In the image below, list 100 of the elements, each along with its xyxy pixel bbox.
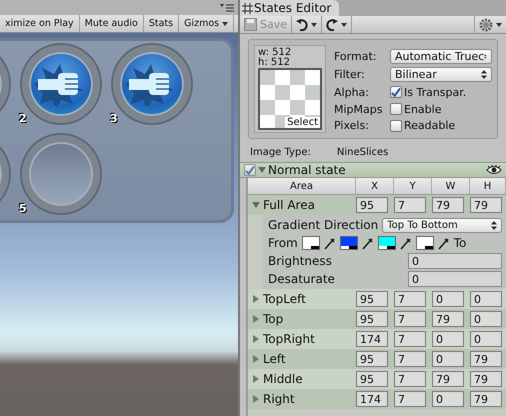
image-type-value: NineSlices	[336, 147, 388, 158]
area-toggle[interactable]: Full Area	[248, 198, 356, 212]
toolbar-button[interactable]: Mute audio	[80, 15, 144, 32]
column-header: H	[470, 178, 506, 194]
from-label: From	[268, 236, 298, 250]
number-field[interactable]: 0	[432, 331, 464, 347]
grid-icon	[242, 2, 253, 14]
number-field[interactable]: 174	[356, 331, 388, 347]
triangle-icon[interactable]	[252, 315, 260, 323]
value-field[interactable]: 0	[408, 253, 502, 269]
number-field[interactable]: 95	[356, 371, 388, 387]
eyedropper-icon[interactable]	[324, 236, 336, 250]
area-toggle[interactable]: Right	[248, 392, 356, 406]
number-field[interactable]: 7	[394, 391, 426, 407]
checkbox[interactable]	[390, 86, 402, 98]
number-field[interactable]: 79	[432, 371, 464, 387]
triangle-icon[interactable]	[252, 375, 260, 383]
number-field[interactable]: 95	[356, 351, 388, 367]
field-label: Alpha:	[334, 86, 370, 99]
number-field[interactable]: 79	[470, 391, 502, 407]
check-icon	[391, 86, 401, 98]
number-field[interactable]: 7	[394, 371, 426, 387]
to-label: To	[454, 236, 466, 250]
slot-number: 2	[19, 112, 27, 125]
select-button[interactable]: Select	[285, 117, 320, 128]
color-swatch[interactable]	[416, 236, 434, 250]
toolbar-button[interactable]: ximize on Play	[0, 15, 80, 32]
number-field[interactable]: 7	[394, 351, 426, 367]
area-toggle[interactable]: TopLeft	[248, 292, 356, 306]
caret-icon	[496, 22, 502, 26]
dropdown[interactable]: Top To Bottom	[382, 218, 502, 232]
area-toggle[interactable]: TopRight	[248, 332, 356, 346]
number-field[interactable]: 79	[470, 351, 502, 367]
number-field[interactable]: 0	[432, 391, 464, 407]
number-field[interactable]: 0	[470, 331, 502, 347]
toolbar-button[interactable]: Gizmos	[179, 15, 234, 32]
field-label: MipMaps	[334, 102, 384, 116]
toolbar-button[interactable]: Stats	[144, 15, 180, 32]
number-field[interactable]: 79	[470, 197, 502, 213]
area-toggle[interactable]: Left	[248, 352, 356, 366]
number-field[interactable]: 79	[432, 197, 464, 213]
eyedropper-icon[interactable]	[400, 236, 412, 250]
number-field[interactable]: 0	[432, 351, 464, 367]
number-field[interactable]: 0	[470, 311, 502, 327]
expand-triangle-icon[interactable]	[258, 166, 266, 174]
color-swatch[interactable]	[302, 236, 320, 250]
column-header: Area	[248, 178, 356, 194]
image-type-label: Image Type:	[250, 147, 311, 158]
texture-height: h: 512	[258, 58, 291, 68]
editor-tab[interactable]: States Editor	[240, 0, 340, 16]
panel-menu-icon[interactable]	[220, 4, 234, 12]
field-label: Brightness	[268, 254, 332, 268]
caret-icon	[222, 22, 228, 26]
number-field[interactable]: 95	[356, 197, 388, 213]
caret-icon	[341, 22, 348, 26]
column-header: W	[432, 178, 470, 194]
check-icon	[245, 164, 255, 176]
dropdown[interactable]: Automatic Truec	[390, 48, 492, 64]
value-field[interactable]: 0	[408, 271, 502, 287]
number-field[interactable]: 95	[356, 291, 388, 307]
area-toggle[interactable]: Top	[248, 312, 356, 326]
number-field[interactable]: 7	[394, 291, 426, 307]
state-title: Normal state	[268, 163, 346, 177]
up-down-arrows-icon	[481, 70, 487, 80]
checkbox[interactable]	[390, 120, 402, 132]
undo-arrow-icon	[296, 18, 308, 30]
checkbox-label: Enable	[404, 102, 442, 116]
column-header: X	[356, 178, 394, 194]
field-label: Pixels:	[334, 119, 370, 132]
triangle-icon[interactable]	[252, 295, 260, 303]
triangle-icon[interactable]	[252, 355, 260, 363]
number-field[interactable]: 174	[356, 391, 388, 407]
gradient-direction-label: Gradient Direction	[268, 218, 378, 232]
redo-arrow-icon	[326, 18, 338, 30]
number-field[interactable]: 7	[394, 331, 426, 347]
slot-number: 5	[19, 202, 27, 215]
dropdown[interactable]: Bilinear	[390, 67, 492, 82]
number-field[interactable]: 7	[394, 311, 426, 327]
triangle-icon[interactable]	[252, 201, 260, 209]
caret-icon	[311, 22, 318, 26]
triangle-icon[interactable]	[252, 335, 260, 343]
eyedropper-icon[interactable]	[362, 236, 374, 250]
area-toggle[interactable]: Middle	[248, 372, 356, 386]
color-swatch[interactable]	[378, 236, 396, 250]
number-field[interactable]: 79	[470, 371, 502, 387]
field-label: Format:	[334, 50, 378, 63]
checkbox-label: Readable	[404, 119, 456, 132]
triangle-icon[interactable]	[252, 395, 260, 403]
checkbox[interactable]	[390, 103, 402, 116]
state-checkbox[interactable]	[244, 164, 256, 176]
number-field[interactable]: 0	[470, 291, 502, 307]
number-field[interactable]: 7	[394, 197, 426, 213]
number-field[interactable]: 79	[432, 311, 464, 327]
number-field[interactable]: 95	[356, 311, 388, 327]
field-label: Filter:	[334, 68, 366, 82]
eye-icon[interactable]	[486, 165, 502, 175]
color-swatch[interactable]	[340, 236, 358, 250]
up-down-arrows-icon	[491, 220, 497, 230]
number-field[interactable]: 0	[432, 291, 464, 307]
eyedropper-icon[interactable]	[438, 236, 450, 250]
